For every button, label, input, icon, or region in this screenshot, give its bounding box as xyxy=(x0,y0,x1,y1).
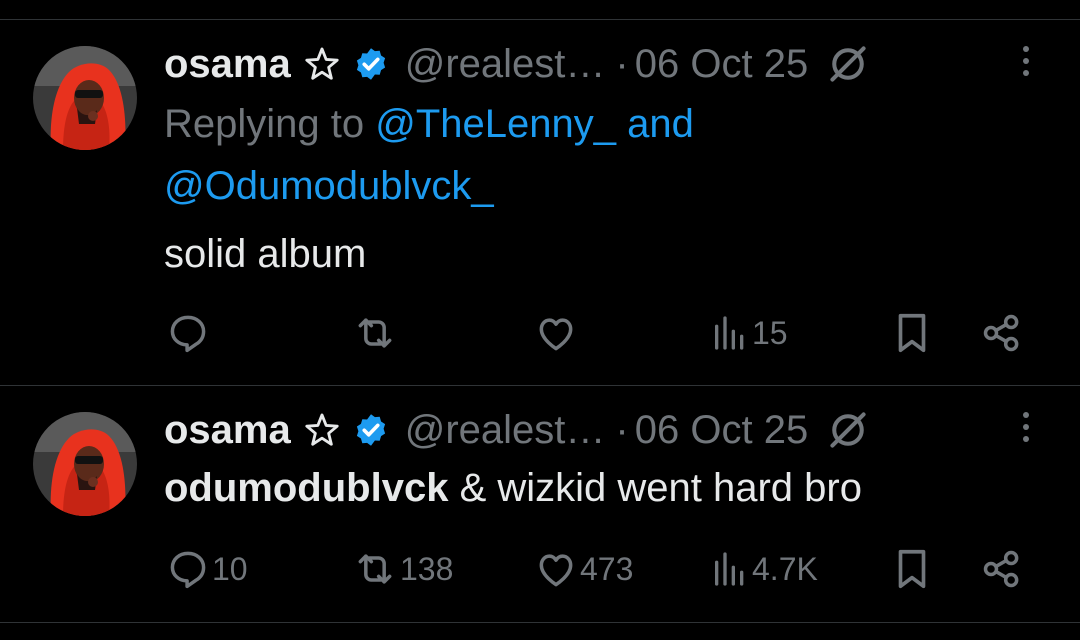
like-button[interactable]: 473 xyxy=(534,544,633,594)
star-icon xyxy=(303,45,341,83)
grok-icon[interactable] xyxy=(826,408,870,452)
avatar[interactable] xyxy=(33,412,137,516)
tweet-header: osama @realest… · 06 Oct 25 xyxy=(164,38,870,90)
separator-dot: · xyxy=(615,42,629,86)
star-icon xyxy=(303,411,341,449)
tweet-text: odumodublvck & wizkid went hard bro xyxy=(164,462,862,514)
more-options-icon[interactable] xyxy=(1014,406,1038,454)
timeline: osama @realest… · 06 Oct 25 Replying to … xyxy=(0,0,1080,640)
retweet-icon xyxy=(358,554,392,584)
replying-to-label: Replying to xyxy=(164,102,365,146)
bookmark-button[interactable] xyxy=(888,544,936,594)
reply-icon xyxy=(170,315,206,353)
reply-button[interactable] xyxy=(166,308,212,358)
tweet-date[interactable]: 06 Oct 25 xyxy=(635,38,808,90)
tweet-text-rest: & wizkid went hard bro xyxy=(448,466,862,510)
heart-icon xyxy=(539,554,573,587)
author-handle[interactable]: @realest… xyxy=(405,38,606,90)
verified-badge-icon xyxy=(353,412,389,448)
views-count: 4.7K xyxy=(752,550,818,587)
like-button[interactable] xyxy=(534,308,580,358)
tweet-2[interactable]: osama @realest… · 06 Oct 25 odumodublvck… xyxy=(0,404,1080,604)
bookmark-button[interactable] xyxy=(888,308,936,358)
grok-icon[interactable] xyxy=(826,42,870,86)
share-icon xyxy=(983,550,1019,588)
author-name[interactable]: osama xyxy=(164,38,291,90)
more-options-icon[interactable] xyxy=(1014,40,1038,88)
reply-icon xyxy=(170,551,206,589)
bookmark-icon xyxy=(898,313,926,353)
reply-context-line-2: @Odumodublvck_ xyxy=(164,160,494,212)
tweet-1[interactable]: osama @realest… · 06 Oct 25 Replying to … xyxy=(0,38,1080,378)
bottom-divider xyxy=(0,622,1080,623)
retweet-button[interactable] xyxy=(352,308,400,358)
tweet-header: osama @realest… · 06 Oct 25 xyxy=(164,404,870,456)
separator-dot: · xyxy=(615,408,629,452)
top-divider xyxy=(0,19,1080,20)
verified-badge-icon xyxy=(353,46,389,82)
views-icon xyxy=(715,316,744,350)
tweet-text: solid album xyxy=(164,232,367,276)
mention-and[interactable]: and xyxy=(627,102,694,146)
like-count: 473 xyxy=(580,550,634,587)
heart-icon xyxy=(539,318,573,351)
retweet-count: 138 xyxy=(400,550,454,587)
share-icon xyxy=(983,314,1019,352)
share-button[interactable] xyxy=(980,544,1024,594)
bookmark-icon xyxy=(898,549,926,589)
mention-thelenny[interactable]: @TheLenny_ xyxy=(375,102,616,146)
views-count: 15 xyxy=(752,314,788,351)
action-bar: 10 138 473 4.7K xyxy=(0,544,1080,594)
author-name[interactable]: osama xyxy=(164,404,291,456)
reply-count: 10 xyxy=(212,550,248,587)
reply-button[interactable]: 10 xyxy=(166,544,248,594)
tweet-divider xyxy=(0,385,1080,386)
views-button[interactable]: 15 xyxy=(710,308,788,358)
views-button[interactable]: 4.7K xyxy=(710,544,818,594)
views-icon xyxy=(715,552,744,586)
reply-context: Replying to @TheLenny_ and xyxy=(164,98,694,150)
share-button[interactable] xyxy=(980,308,1024,358)
mention-odumodublvck[interactable]: @Odumodublvck_ xyxy=(164,164,494,208)
retweet-icon xyxy=(358,318,392,348)
author-handle[interactable]: @realest… xyxy=(405,404,606,456)
tweet-date[interactable]: 06 Oct 25 xyxy=(635,404,808,456)
action-bar: 15 xyxy=(0,308,1080,358)
retweet-button[interactable]: 138 xyxy=(352,544,453,594)
avatar[interactable] xyxy=(33,46,137,150)
tweet-text-bold[interactable]: odumodublvck xyxy=(164,466,448,510)
